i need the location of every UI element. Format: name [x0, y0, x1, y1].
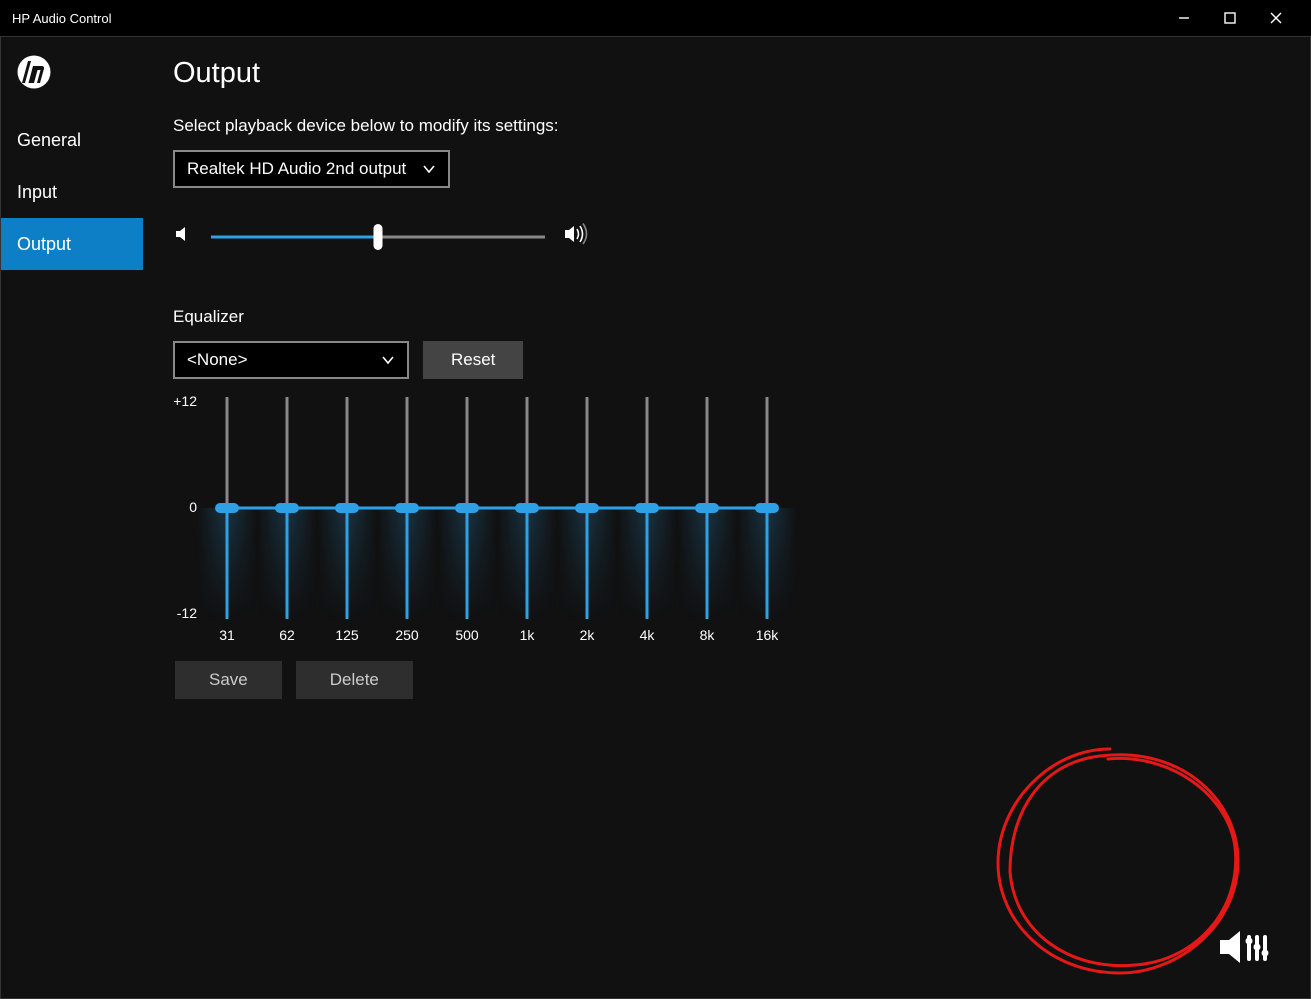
red-annotation-circle [990, 743, 1250, 988]
eq-band-thumb[interactable] [455, 503, 479, 513]
volume-slider[interactable] [211, 225, 545, 249]
eq-band-thumb[interactable] [515, 503, 539, 513]
eq-band-thumb[interactable] [335, 503, 359, 513]
equalizer-yaxis: +12 0 -12 [173, 397, 203, 619]
eq-band-thumb[interactable] [215, 503, 239, 513]
equalizer-zero-line [217, 507, 777, 510]
sidebar-item-general[interactable]: General [1, 114, 143, 166]
eq-ylabel-min: -12 [177, 605, 197, 621]
sidebar-item-label: Output [17, 234, 71, 255]
window-title: HP Audio Control [12, 11, 1161, 26]
chevron-down-icon [422, 159, 436, 179]
sidebar: General Input Output [1, 37, 143, 998]
eq-band-thumb[interactable] [395, 503, 419, 513]
eq-band-slider[interactable]: 4k [637, 397, 657, 647]
eq-band-freq-label: 31 [207, 627, 247, 643]
eq-band-freq-label: 16k [747, 627, 787, 643]
eq-band-slider[interactable]: 125 [337, 397, 357, 647]
eq-band-freq-label: 8k [687, 627, 727, 643]
sidebar-item-output[interactable]: Output [1, 218, 143, 270]
eq-band-slider[interactable]: 16k [757, 397, 777, 647]
sidebar-item-label: Input [17, 182, 57, 203]
chevron-down-icon [381, 350, 395, 370]
eq-band-freq-label: 62 [267, 627, 307, 643]
hp-logo-icon [1, 37, 143, 114]
eq-band-thumb[interactable] [275, 503, 299, 513]
minimize-button[interactable] [1161, 0, 1207, 36]
sidebar-item-input[interactable]: Input [1, 166, 143, 218]
eq-band-freq-label: 125 [327, 627, 367, 643]
equalizer-preset-select[interactable]: <None> [173, 341, 409, 379]
eq-band-freq-label: 4k [627, 627, 667, 643]
eq-band-freq-label: 500 [447, 627, 487, 643]
eq-band-slider[interactable]: 500 [457, 397, 477, 647]
reset-button[interactable]: Reset [423, 341, 523, 379]
eq-band-thumb[interactable] [755, 503, 779, 513]
titlebar: HP Audio Control [0, 0, 1311, 36]
equalizer-preset-value: <None> [187, 350, 248, 370]
device-subtitle: Select playback device below to modify i… [173, 116, 1280, 136]
eq-band-freq-label: 1k [507, 627, 547, 643]
playback-device-value: Realtek HD Audio 2nd output [187, 159, 406, 179]
equalizer-title: Equalizer [173, 307, 1280, 327]
eq-band-slider[interactable]: 250 [397, 397, 417, 647]
eq-ylabel-max: +12 [173, 393, 197, 409]
close-button[interactable] [1253, 0, 1299, 36]
sidebar-item-label: General [17, 130, 81, 151]
eq-band-slider[interactable]: 1k [517, 397, 537, 647]
delete-button[interactable]: Delete [296, 661, 413, 699]
playback-device-select[interactable]: Realtek HD Audio 2nd output [173, 150, 450, 188]
page-title: Output [173, 57, 1280, 90]
eq-band-slider[interactable]: 62 [277, 397, 297, 647]
eq-band-thumb[interactable] [695, 503, 719, 513]
volume-high-icon [563, 222, 593, 251]
eq-band-slider[interactable]: 2k [577, 397, 597, 647]
volume-low-icon [173, 224, 193, 249]
eq-band-freq-label: 250 [387, 627, 427, 643]
save-button[interactable]: Save [175, 661, 282, 699]
eq-band-thumb[interactable] [575, 503, 599, 513]
eq-band-thumb[interactable] [635, 503, 659, 513]
eq-ylabel-zero: 0 [189, 499, 197, 515]
eq-band-slider[interactable]: 31 [217, 397, 237, 647]
maximize-button[interactable] [1207, 0, 1253, 36]
eq-band-freq-label: 2k [567, 627, 607, 643]
sound-tray-icon[interactable] [1216, 929, 1270, 970]
eq-band-slider[interactable]: 8k [697, 397, 717, 647]
